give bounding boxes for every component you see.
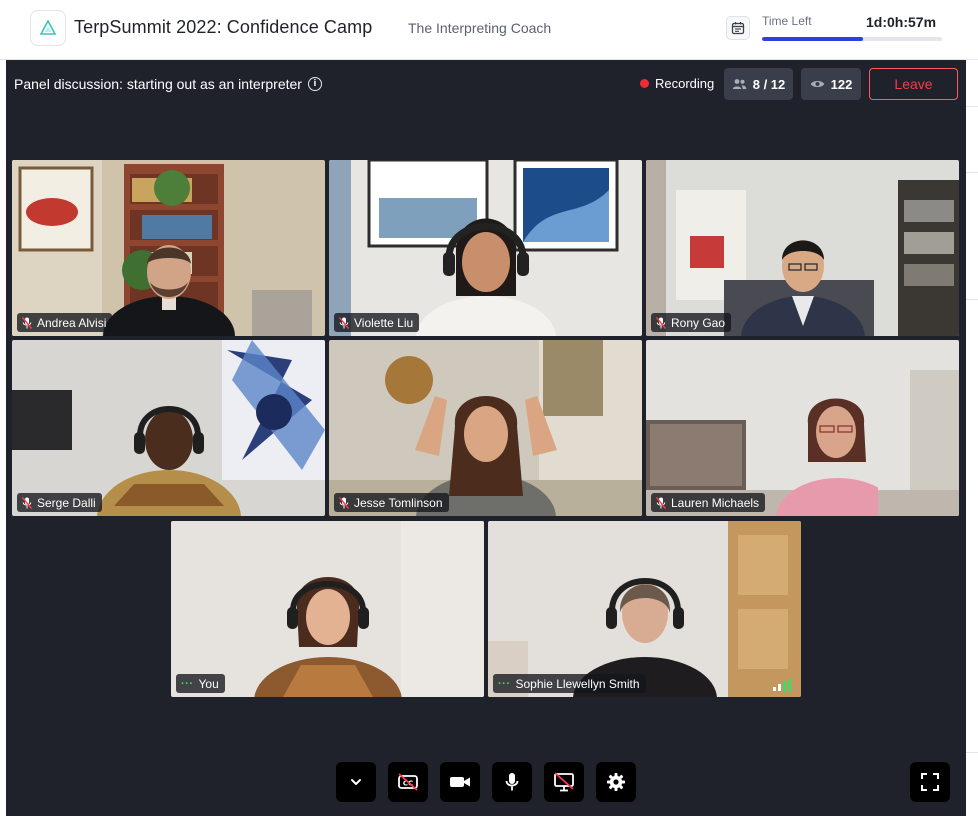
- participant-video-silhouette: [415, 218, 556, 336]
- participants-count-button[interactable]: 8 / 12: [724, 68, 793, 100]
- background-page-divider: [966, 752, 978, 753]
- calendar-icon[interactable]: [726, 16, 750, 40]
- captions-toggle-button[interactable]: CC: [388, 762, 428, 802]
- people-icon: [732, 79, 747, 89]
- background-page-edge: [966, 60, 978, 816]
- event-logo[interactable]: [30, 10, 66, 46]
- participant-name-tag: Violette Liu: [334, 313, 420, 332]
- mic-muted-icon: [656, 496, 666, 509]
- participant-name-tag: ··· Sophie Llewellyn Smith: [493, 674, 646, 693]
- participant-video-silhouette: [96, 406, 241, 516]
- mic-muted-icon: [339, 496, 349, 509]
- participant-video-silhouette: [253, 577, 402, 697]
- mic-muted-icon: [22, 316, 32, 329]
- eye-icon: [810, 81, 824, 87]
- participant-name: Rony Gao: [671, 315, 726, 330]
- participant-name-tag: Andrea Alvisi: [17, 313, 113, 332]
- background-page-divider: [966, 106, 978, 107]
- recording-label: Recording: [655, 76, 715, 91]
- recording-indicator: Recording: [640, 76, 714, 91]
- time-left-progress-fill: [762, 37, 863, 41]
- camera-toggle-button[interactable]: [440, 762, 480, 802]
- time-left-label: Time Left: [762, 14, 812, 28]
- video-tile[interactable]: Lauren Michaels: [646, 340, 959, 516]
- mic-muted-icon: [656, 316, 666, 329]
- viewers-count-button[interactable]: 122: [801, 68, 861, 100]
- video-tile[interactable]: Serge Dalli: [12, 340, 325, 516]
- microphone-icon: [505, 773, 519, 791]
- video-tile[interactable]: Andrea Alvisi: [12, 160, 325, 336]
- mic-muted-icon: [22, 496, 32, 509]
- time-left-value: 1d:0h:57m: [866, 14, 937, 30]
- more-dots-icon: ···: [498, 677, 511, 690]
- participant-name: Lauren Michaels: [671, 495, 760, 510]
- leave-button[interactable]: Leave: [869, 68, 958, 100]
- participants-count: 8 / 12: [752, 76, 786, 92]
- background-page-divider: [966, 172, 978, 173]
- participant-name-tag: ··· You: [176, 674, 225, 693]
- viewers-count: 122: [830, 76, 853, 92]
- camera-icon: [450, 777, 470, 787]
- mic-muted-icon: [339, 316, 349, 329]
- participant-name: Violette Liu: [354, 315, 414, 330]
- settings-button[interactable]: [596, 762, 636, 802]
- participant-name-tag: Serge Dalli: [17, 493, 102, 512]
- participant-video-silhouette: [740, 240, 865, 336]
- captions-off-icon: CC: [398, 773, 418, 791]
- video-tile[interactable]: ··· You: [171, 521, 484, 697]
- video-tile[interactable]: ··· Sophie Llewellyn Smith: [488, 521, 801, 697]
- time-left-progress: [762, 37, 942, 41]
- participant-name: Jesse Tomlinson: [354, 495, 443, 510]
- fullscreen-button[interactable]: [910, 762, 950, 802]
- settings-gear-icon: [607, 773, 625, 791]
- screen-share-button[interactable]: [544, 762, 584, 802]
- signal-strength-icon: [773, 679, 791, 691]
- session-title: Panel discussion: starting out as an int…: [14, 76, 322, 92]
- participant-video-silhouette: [102, 245, 235, 336]
- video-stage: Panel discussion: starting out as an int…: [6, 60, 966, 816]
- collapse-button[interactable]: [336, 762, 376, 802]
- chevron-down-icon: [351, 779, 361, 785]
- fullscreen-icon: [921, 773, 939, 791]
- video-tile[interactable]: Violette Liu: [329, 160, 642, 336]
- participant-name-tag: Rony Gao: [651, 313, 732, 332]
- participant-name-tag: Jesse Tomlinson: [334, 493, 449, 512]
- session-title-text: Panel discussion: starting out as an int…: [14, 76, 302, 92]
- top-header: TerpSummit 2022: Confidence Camp The Int…: [0, 0, 978, 60]
- background-page-divider: [966, 299, 978, 300]
- participant-name: Serge Dalli: [37, 495, 96, 510]
- video-tile[interactable]: Rony Gao: [646, 160, 959, 336]
- participant-name: You: [198, 676, 219, 691]
- participant-name: Sophie Llewellyn Smith: [515, 676, 640, 691]
- screen-share-off-icon: [554, 772, 574, 792]
- logo-icon: [39, 19, 57, 35]
- event-title: TerpSummit 2022: Confidence Camp: [74, 17, 373, 37]
- video-tile[interactable]: Jesse Tomlinson: [329, 340, 642, 516]
- more-dots-icon: ···: [181, 677, 194, 690]
- participant-name-tag: Lauren Michaels: [651, 493, 766, 512]
- participant-name: Andrea Alvisi: [37, 315, 107, 330]
- organizer-link[interactable]: The Interpreting Coach: [408, 20, 551, 36]
- info-icon[interactable]: i: [307, 77, 322, 91]
- microphone-toggle-button[interactable]: [492, 762, 532, 802]
- recording-dot-icon: [640, 79, 649, 88]
